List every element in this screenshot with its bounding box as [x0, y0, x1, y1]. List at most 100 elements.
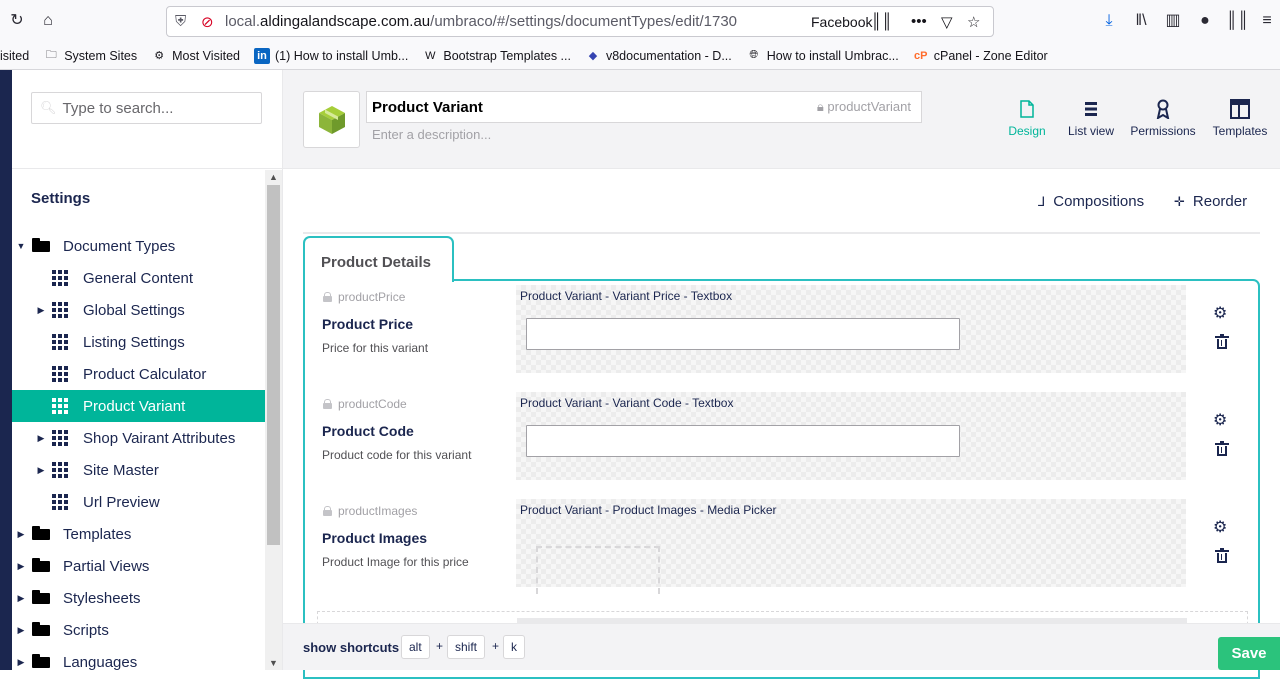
property-label[interactable]: Product Images [322, 530, 427, 546]
bookmark-item[interactable]: 🌐︎ How to install Umbrac... [746, 48, 898, 64]
tree-item[interactable]: ▶ Shop Vairant Attributes [12, 422, 265, 454]
bookmark-item[interactable]: cP cPanel - Zone Editor [913, 48, 1048, 64]
bookmark-item[interactable]: isited [0, 49, 29, 63]
tree-item[interactable]: ▼ Document Types [12, 230, 265, 262]
library-icon[interactable]: ‖\ [1130, 10, 1152, 32]
tree-item[interactable]: General Content [12, 262, 265, 294]
folder-icon [32, 590, 50, 606]
bookmark-item[interactable]: ⚙ Most Visited [151, 48, 240, 64]
alias-text: productImages [338, 504, 418, 518]
folder-icon [32, 622, 50, 638]
tree-item[interactable]: Product Variant [12, 390, 265, 422]
property-label[interactable]: Product Code [322, 423, 414, 439]
gear-icon[interactable]: ⚙ [1213, 410, 1227, 430]
tree-item[interactable]: ▶ Global Settings [12, 294, 265, 326]
alias-field[interactable]: 🔒︎ productVariant [817, 99, 911, 115]
show-shortcuts-link[interactable]: show shortcuts [303, 640, 399, 655]
lock-icon [323, 506, 332, 516]
insecure-lock-icon[interactable]: ⊘ [201, 13, 214, 31]
pocket-icon[interactable]: ▽ [941, 13, 953, 31]
home-icon[interactable]: ⌂ [37, 10, 59, 32]
sidebar-icon[interactable]: ▥ [1162, 10, 1184, 32]
caret-right-icon[interactable]: ▶ [36, 465, 46, 476]
trash-icon[interactable] [1215, 441, 1229, 456]
bookmark-star-icon[interactable]: ☆ [967, 13, 980, 31]
scroll-down-icon[interactable]: ▼ [265, 656, 282, 670]
property-label[interactable]: Product Price [322, 316, 413, 332]
move-icon: ✛ [1174, 193, 1185, 209]
save-button[interactable]: Save [1218, 637, 1280, 670]
tree-item-label: Stylesheets [63, 589, 141, 607]
property-alias[interactable]: productPrice [323, 290, 405, 304]
group-tab[interactable]: Product Details [303, 236, 454, 282]
trash-icon[interactable] [1215, 334, 1229, 349]
doctype-icon-picker[interactable] [303, 91, 360, 148]
tree-item[interactable]: ▶ Site Master [12, 454, 265, 486]
cpanel-icon: cP [914, 49, 928, 62]
compositions-button[interactable]: ⅃ Compositions [1038, 193, 1144, 210]
tree-item[interactable]: ▶ Partial Views [12, 550, 265, 582]
gear-icon[interactable]: ⚙ [1213, 517, 1227, 537]
tree-item-label: Site Master [83, 461, 159, 479]
grid-icon [52, 270, 70, 286]
bookmark-item[interactable]: ◆ v8documentation - D... [585, 48, 732, 64]
plus-sign: + [492, 639, 500, 653]
divider [12, 168, 283, 169]
tab-list-view[interactable]: List view [1058, 98, 1124, 142]
tree-item[interactable]: ▶ Scripts [12, 614, 265, 646]
caret-right-icon[interactable]: ▶ [36, 305, 46, 316]
tab-design[interactable]: Design [1002, 98, 1052, 142]
grid-icon [52, 334, 70, 350]
bookmark-item[interactable]: 🗀︎ System Sites [43, 48, 137, 64]
reload-icon[interactable]: ↻ [6, 10, 28, 32]
tree-item-label: Scripts [63, 621, 109, 639]
download-icon[interactable]: ⤓ [1098, 10, 1120, 32]
account-icon[interactable]: ● [1194, 10, 1216, 32]
menu-icon[interactable]: ≡ [1256, 10, 1278, 32]
caret-right-icon[interactable]: ▶ [16, 657, 26, 668]
tree-item[interactable]: Product Calculator [12, 358, 265, 390]
compositions-icon: ⅃ [1038, 193, 1046, 209]
tab-label: List view [1067, 124, 1114, 138]
tab-label: Templates [1212, 124, 1268, 138]
bookmark-label: v8documentation - D... [605, 48, 732, 63]
package-icon [318, 105, 345, 134]
tab-permissions[interactable]: Permissions [1122, 98, 1204, 142]
description-input[interactable]: Enter a description... [372, 127, 491, 142]
tree-item[interactable]: ▶ Stylesheets [12, 582, 265, 614]
scrollbar-thumb[interactable] [267, 185, 280, 545]
caret-right-icon[interactable]: ▶ [16, 625, 26, 636]
scroll-up-icon[interactable]: ▲ [265, 170, 282, 184]
alias-text: productCode [338, 397, 407, 411]
shield-icon[interactable]: ⛨ [175, 13, 186, 30]
more-icon[interactable]: ••• [911, 13, 927, 30]
caret-right-icon[interactable]: ▶ [36, 433, 46, 444]
trash-icon[interactable] [1215, 548, 1229, 563]
reorder-button[interactable]: ✛ Reorder [1174, 193, 1247, 210]
bookmark-item[interactable]: in (1) How to install Umb... [253, 47, 408, 64]
tab-templates[interactable]: Templates [1203, 98, 1277, 142]
property-description: Product code for this variant [322, 448, 472, 462]
extension-icon[interactable]: ║║ [1226, 10, 1249, 32]
bookmark-item[interactable]: W Bootstrap Templates ... [422, 48, 571, 64]
caret-down-icon[interactable]: ▼ [16, 241, 26, 251]
tree-item-label: Templates [63, 525, 132, 543]
tree-item[interactable]: ▶ Templates [12, 518, 265, 550]
browser-toolbar: ↻ ⌂ ⛨ ⊘ local.aldingalandscape.com.au/um… [0, 0, 1280, 42]
tree-item-label: Listing Settings [83, 333, 185, 351]
property-alias[interactable]: productImages [323, 504, 417, 518]
plus-sign: + [436, 639, 444, 653]
caret-right-icon[interactable]: ▶ [16, 593, 26, 604]
address-bar[interactable]: ⛨ ⊘ local.aldingalandscape.com.au/umbrac… [166, 6, 994, 37]
compositions-label: Compositions [1053, 193, 1145, 210]
tree-item[interactable]: Listing Settings [12, 326, 265, 358]
property-alias[interactable]: productCode [323, 397, 407, 411]
gear-icon[interactable]: ⚙ [1213, 303, 1227, 323]
caret-right-icon[interactable]: ▶ [16, 529, 26, 540]
search-input[interactable]: 🔍︎ Type to search... [31, 92, 262, 124]
tree-item[interactable]: Url Preview [12, 486, 265, 518]
tree-item[interactable]: ▶ Languages [12, 646, 265, 678]
tree-scrollbar[interactable]: ▲ ▼ [265, 170, 282, 670]
caret-right-icon[interactable]: ▶ [16, 561, 26, 572]
doctype-name-input[interactable]: Product Variant 🔒︎ productVariant [366, 91, 922, 123]
